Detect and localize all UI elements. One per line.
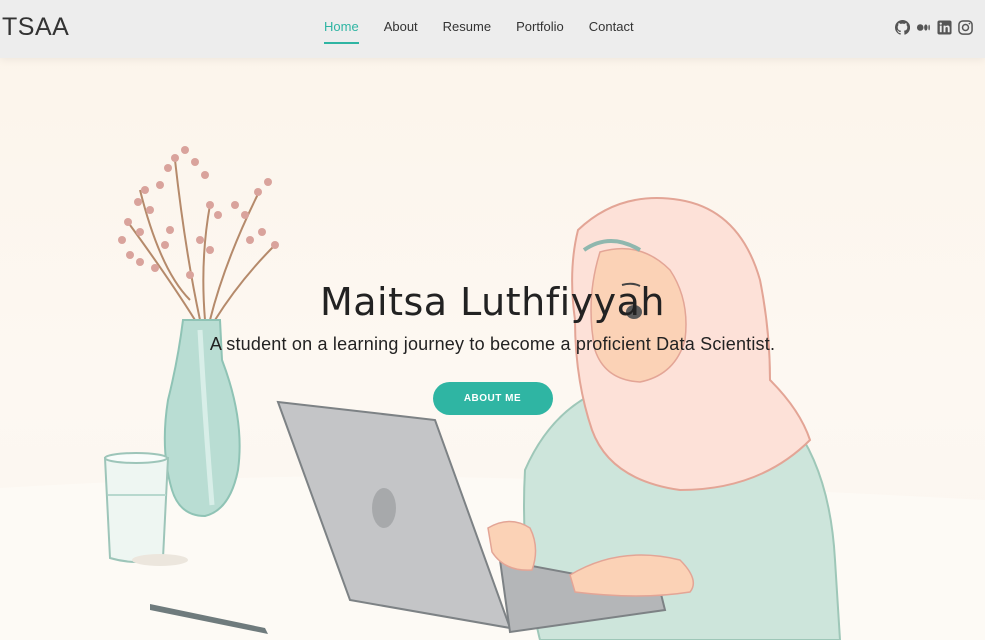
social-links [895,20,973,35]
nav-item-portfolio[interactable]: Portfolio [516,19,564,34]
hero-section: Maitsa Luthfiyyah A student on a learnin… [0,280,985,415]
github-icon[interactable] [895,20,910,35]
instagram-icon[interactable] [958,20,973,35]
nav-item-resume[interactable]: Resume [443,19,491,34]
about-me-button[interactable]: ABOUT ME [432,382,553,415]
nav-item-home[interactable]: Home [324,19,359,44]
linkedin-icon[interactable] [937,20,952,35]
site-logo[interactable]: TSAA [2,13,69,42]
hero-subtitle: A student on a learning journey to becom… [209,334,776,354]
nav-item-about[interactable]: About [384,19,418,34]
medium-icon[interactable] [916,20,931,35]
nav-item-contact[interactable]: Contact [589,19,634,34]
hero-title: Maitsa Luthfiyyah [319,280,666,324]
main-nav: Home About Resume Portfolio Contact [324,19,659,44]
navbar: TSAA Home About Resume Portfolio Contact [0,0,985,58]
